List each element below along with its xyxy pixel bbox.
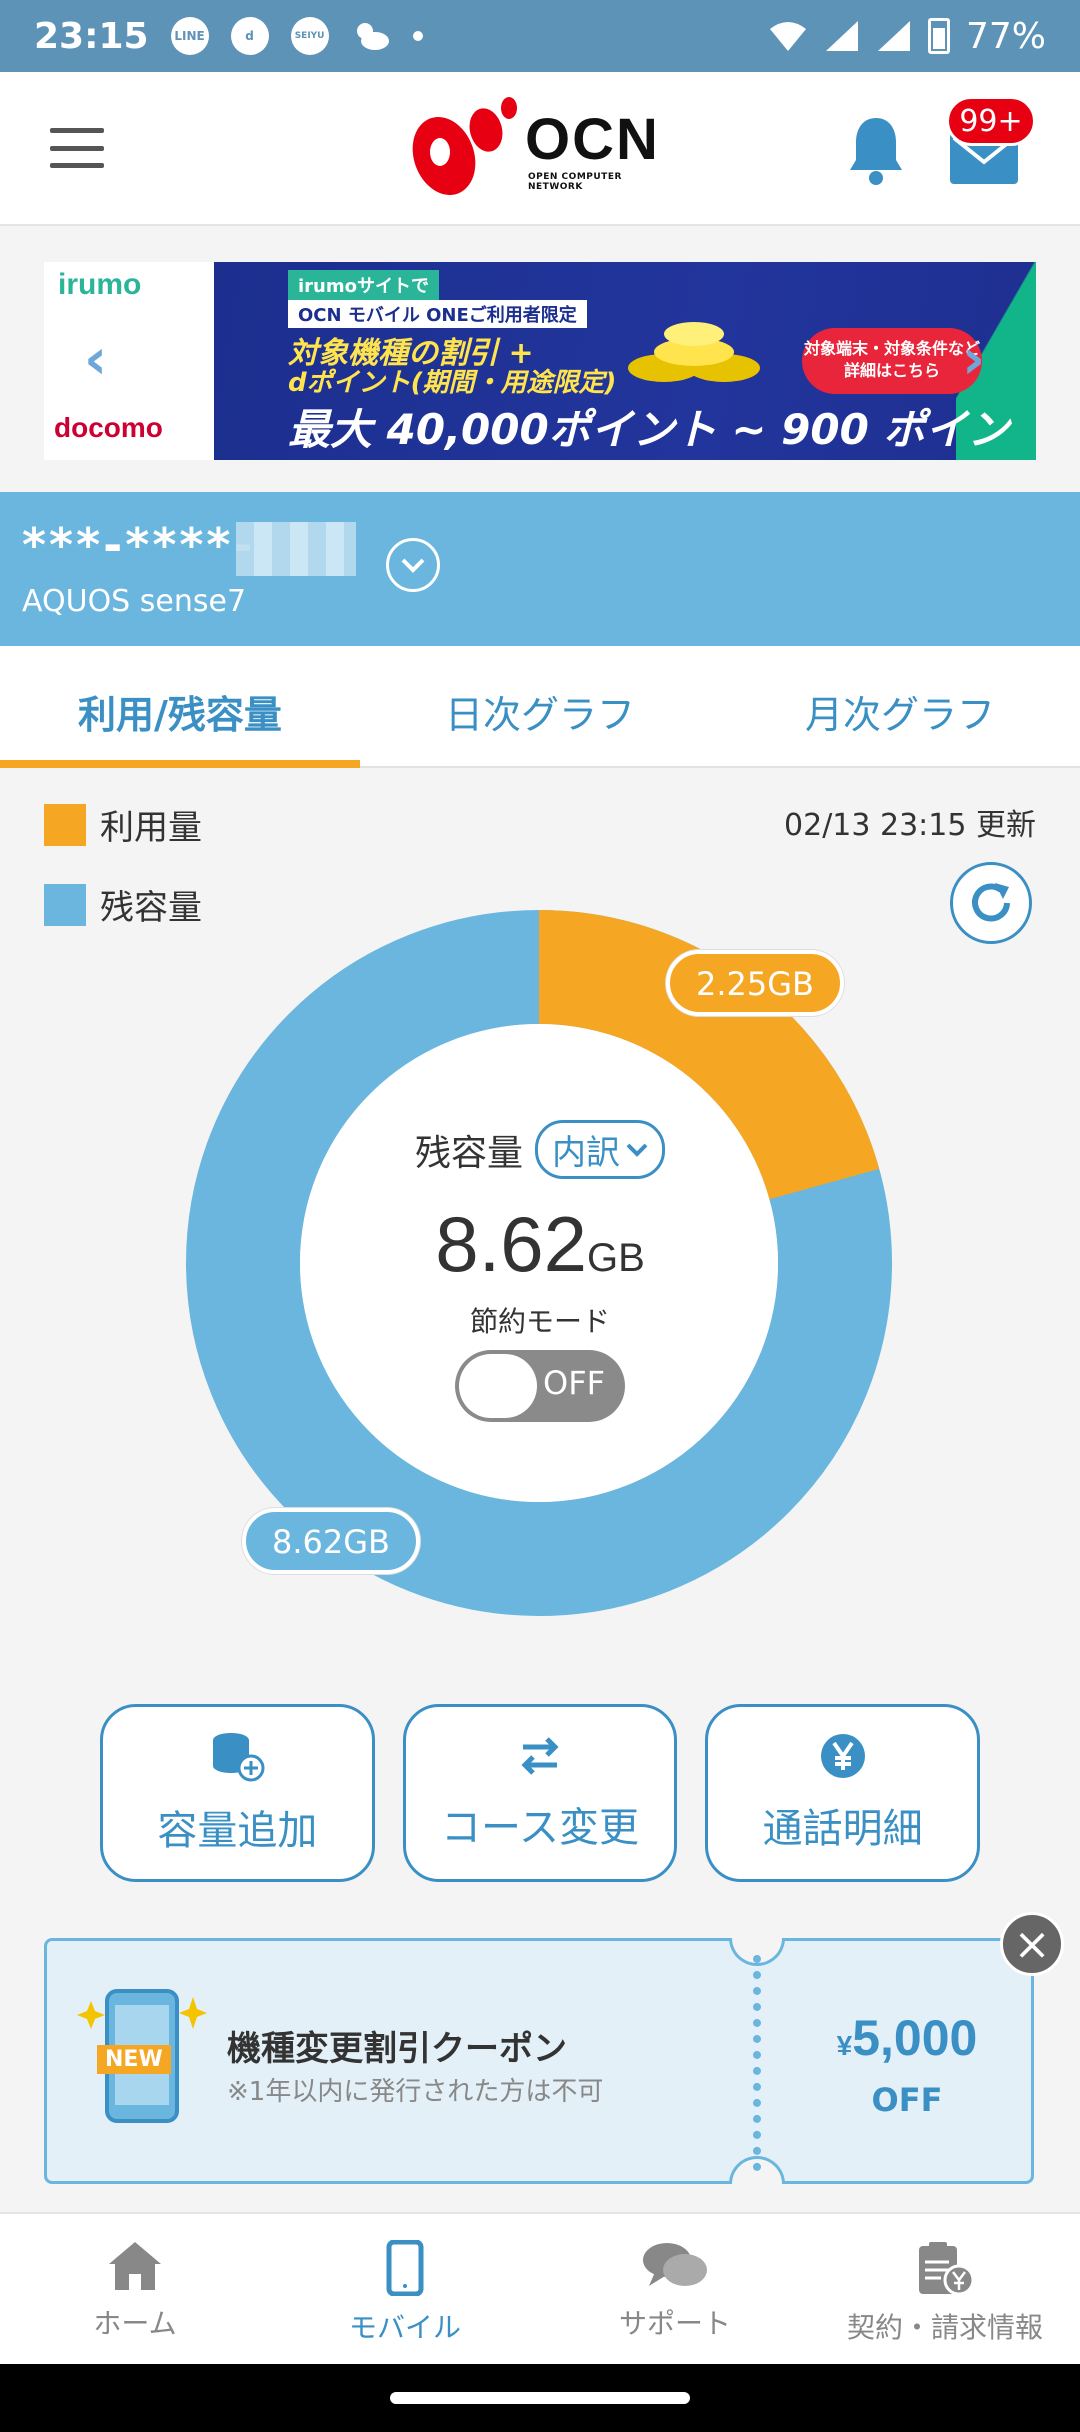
coupon-card[interactable]: NEW 機種変更割引クーポン ※1年以内に発行された方は不可 ¥5,000 OF… xyxy=(44,1938,1034,2184)
save-mode-toggle[interactable]: OFF xyxy=(455,1350,625,1422)
remaining-title: 残容量 xyxy=(414,1132,523,1174)
chevron-down-icon[interactable] xyxy=(386,538,440,592)
ocn-logo-mark-icon xyxy=(412,97,517,195)
banner-cta-button[interactable]: 対象端末・対象条件など詳細はこちら xyxy=(802,328,982,394)
banner-line3: dポイント(期間・用途限定) xyxy=(288,368,617,398)
legend-used-label: 利用量 xyxy=(100,808,202,848)
swap-icon xyxy=(521,1737,559,1775)
used-amount-label: 2.25GB xyxy=(666,950,844,1016)
data-add-icon xyxy=(213,1733,265,1782)
coupon-yen: ¥ xyxy=(836,2030,853,2061)
banner-next-icon[interactable]: › xyxy=(962,332,985,388)
notification-dot-icon xyxy=(412,31,423,41)
seiyu-app-icon: SEIYU xyxy=(290,17,329,55)
nav-support[interactable]: サポート xyxy=(540,2214,810,2364)
docomo-logo: docomo xyxy=(54,412,163,443)
banner-chip: irumoサイトで xyxy=(288,270,439,300)
logo-text: OCN xyxy=(525,107,660,172)
home-gesture-handle[interactable] xyxy=(390,2392,690,2404)
irumo-logo: irumo xyxy=(58,268,142,301)
logo-subtitle: OPEN COMPUTER NETWORK xyxy=(528,172,622,192)
signal-icon xyxy=(825,21,858,51)
phone-number: ***-****- xyxy=(22,518,256,572)
change-plan-button[interactable]: コース変更 xyxy=(402,1704,678,1882)
banner-line1: OCN モバイル ONEご利用者限定 xyxy=(288,300,587,328)
d-app-icon: d xyxy=(230,17,269,55)
call-details-button[interactable]: 通話明細 xyxy=(705,1704,981,1882)
remaining-unit: GB xyxy=(587,1236,645,1280)
line-selector[interactable]: ***-****- AQUOS sense7 xyxy=(0,492,1080,646)
nav-mobile-label: モバイル xyxy=(348,2311,461,2344)
system-nav-bar xyxy=(0,2364,1080,2432)
promo-banner[interactable]: irumo docomo irumoサイトで OCN モバイル ONEご利用者限… xyxy=(44,262,1036,460)
breakdown-dropdown[interactable]: 内訳 xyxy=(535,1120,665,1179)
battery-icon xyxy=(927,18,950,54)
nav-billing-label: 契約・請求情報 xyxy=(846,2311,1043,2344)
wifi-icon xyxy=(769,22,806,51)
add-data-label: 容量追加 xyxy=(157,1808,318,1854)
bottom-navigation: ホーム モバイル サポート 契約・請求情報 xyxy=(0,2212,1080,2364)
coupon-note: ※1年以内に発行された方は不可 xyxy=(227,2077,604,2107)
nav-home[interactable]: ホーム xyxy=(0,2214,270,2364)
home-icon xyxy=(109,2242,161,2290)
banner-line4: 最大 40,000ポイント ~ 900 ポイント進呈 xyxy=(288,405,1010,454)
tab-daily-graph[interactable]: 日次グラフ xyxy=(360,646,720,766)
line-app-icon: LINE xyxy=(170,17,209,55)
close-icon[interactable]: × xyxy=(1000,1912,1064,1976)
yen-icon xyxy=(820,1734,865,1778)
coupon-off: OFF xyxy=(871,2081,943,2119)
status-bar: 23:15 LINE d SEIYU 77% xyxy=(0,0,1080,72)
remaining-summary: 残容量 内訳 8.62GB 節約モード OFF xyxy=(300,1120,780,1450)
action-buttons: 容量追加 コース変更 通話明細 xyxy=(100,1704,981,1882)
save-mode-state: OFF xyxy=(543,1364,605,1402)
save-mode-label: 節約モード xyxy=(469,1305,610,1338)
masked-number xyxy=(236,522,356,576)
add-data-button[interactable]: 容量追加 xyxy=(100,1704,375,1882)
refresh-icon xyxy=(972,883,1010,922)
weather-icon xyxy=(356,23,389,50)
refresh-button[interactable] xyxy=(950,862,1032,944)
nav-support-label: サポート xyxy=(618,2307,731,2340)
legend-used: 利用量 xyxy=(44,800,202,849)
coupon-title: 機種変更割引クーポン xyxy=(227,2029,567,2069)
mobile-icon xyxy=(386,2240,424,2296)
coins-icon xyxy=(628,322,760,382)
change-plan-label: コース変更 xyxy=(441,1805,639,1851)
legend-remaining-swatch xyxy=(44,883,86,926)
signal-2-icon xyxy=(877,21,910,51)
nav-billing[interactable]: 契約・請求情報 xyxy=(810,2214,1080,2364)
billing-icon xyxy=(919,2242,975,2296)
coupon-amount-value: 5,000 xyxy=(852,2010,978,2066)
nav-home-label: ホーム xyxy=(93,2307,177,2340)
chat-icon xyxy=(643,2243,707,2286)
remaining-value: 8.62GB xyxy=(300,1199,780,1290)
remaining-amount-label: 8.62GB xyxy=(242,1508,420,1574)
menu-icon[interactable] xyxy=(50,128,104,168)
updated-timestamp: 02/13 23:15 更新 xyxy=(784,808,1036,843)
usage-tabs: 利用/残容量 日次グラフ 月次グラフ xyxy=(0,646,1080,768)
remaining-number: 8.62 xyxy=(435,1200,587,1288)
app-header: OCN OPEN COMPUTER NETWORK 99+ xyxy=(0,72,1080,226)
banner-prev-icon[interactable]: ‹ xyxy=(84,332,107,388)
chevron-down-icon xyxy=(626,1143,648,1157)
nav-mobile[interactable]: モバイル xyxy=(270,2214,540,2364)
call-details-label: 通話明細 xyxy=(762,1806,923,1852)
tab-usage[interactable]: 利用/残容量 xyxy=(0,646,360,768)
legend-remaining: 残容量 xyxy=(44,880,202,929)
toggle-knob xyxy=(459,1354,537,1418)
breakdown-label: 内訳 xyxy=(552,1133,620,1173)
new-badge: NEW xyxy=(97,2045,171,2074)
legend-used-swatch xyxy=(44,803,86,846)
mail-count-badge: 99+ xyxy=(946,96,1036,146)
ocn-logo[interactable]: OCN OPEN COMPUTER NETWORK xyxy=(410,92,680,204)
device-model: AQUOS sense7 xyxy=(22,584,247,619)
battery-percent: 77% xyxy=(965,15,1046,57)
tab-monthly-graph[interactable]: 月次グラフ xyxy=(720,646,1080,766)
bell-icon[interactable] xyxy=(846,114,906,186)
coupon-amount: ¥5,000 xyxy=(807,2009,1007,2067)
status-time: 23:15 xyxy=(34,15,149,57)
